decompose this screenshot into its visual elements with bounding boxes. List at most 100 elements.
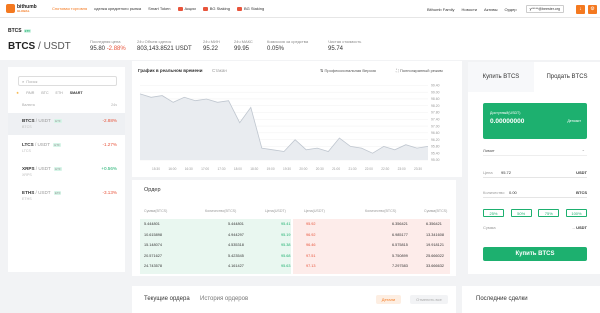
order-book-row[interactable]: 15.148074 4.535318 95.38 96.46 6.575815 19.91… [140, 241, 450, 250]
ob-cell-ask-price: 95.92 [306, 222, 316, 226]
x-tick-label: 23:30 [414, 167, 422, 171]
pair-small-title: BTCS ETF [8, 28, 32, 34]
ob-cell-ask-sum: 25.666022 [426, 253, 444, 258]
tab-eth[interactable]: ETH [56, 91, 63, 95]
nav-item-label: BG Staking [243, 6, 265, 11]
coin-name: LTCS / USDT ETF [22, 142, 61, 147]
order-book-row[interactable]: 5.444801 5.444801 95.41 95.92 6.356421 6.3564… [140, 220, 450, 229]
nav-item-label: сделка кредитного рынка [94, 6, 142, 11]
tab-pair[interactable]: PAIR [26, 91, 34, 95]
nav-stocks[interactable]: Акции [177, 6, 196, 11]
nav-orders[interactable]: Ордер [505, 7, 517, 12]
coin-sub: LTCS [22, 149, 31, 153]
tab-sell[interactable]: Продать BTCS [534, 62, 600, 92]
x-tick-label: 16:00 [168, 167, 176, 171]
pro-version-button[interactable]: ⇅ Профессиональная Версия [320, 68, 376, 73]
nav-item-label: Smart Token [148, 6, 171, 11]
tab-buy[interactable]: Купить BTCS [468, 62, 534, 92]
total-unit: USDT [576, 225, 587, 230]
y-tick-label: 97.80 [431, 111, 440, 115]
tab-smart[interactable]: SMART [70, 91, 83, 95]
logo[interactable]: bithumb GLOBAL [6, 4, 52, 13]
nav-bg-staking[interactable]: BG Staking [202, 6, 230, 11]
col-currency[interactable]: Валюта [22, 103, 35, 107]
fullscreen-button[interactable]: ⛶ Полноэкранный режим [396, 68, 443, 73]
order-book-panel: Ордер Сумма(BTCS) Количество(BTCS) Цена(… [132, 180, 456, 276]
nav-bg-staking-2[interactable]: BG Staking [236, 6, 265, 11]
order-book-row[interactable]: 20.571627 5.423545 95.68 97.51 5.750899 25.66… [140, 252, 450, 261]
total-label: Сумма [483, 225, 496, 230]
percent-25-button[interactable]: 25% [483, 209, 504, 217]
x-tick-label: 21:00 [332, 167, 340, 171]
tab-order-history[interactable]: История ордеров [200, 296, 248, 302]
stat-last-price: Последняя цена 95.80 -2.88% [90, 39, 126, 52]
balance-card: Доступный(USDT) 0.00000000 Депозит [483, 103, 587, 139]
x-tick-label: 20:00 [299, 167, 307, 171]
tool-label: Профессиональная Версия [324, 68, 376, 73]
y-tick-label: 95.80 [431, 145, 440, 149]
y-tick-label: 95.00 [431, 158, 440, 162]
download-icon[interactable]: ↓ [576, 4, 585, 14]
order-book-title: Ордер [144, 187, 161, 193]
coin-name: XRPS / USDT ETF [22, 166, 62, 171]
coin-row-xrps[interactable]: XRPS / USDT ETF XRPS +0.56% [8, 161, 125, 183]
quantity-label: Количество [483, 190, 505, 195]
cancel-all-button[interactable]: Отменить все [410, 295, 448, 304]
nav-item-label: Ордер [504, 6, 517, 12]
price-chart[interactable]: 99.40 99.00 98.60 98.20 97.80 97.40 97.00 96.60… [138, 78, 450, 174]
price-field[interactable]: Цена 95.72 USDT [483, 168, 587, 178]
buy-button[interactable]: Купить BTCS [483, 247, 587, 261]
nav-credit-market[interactable]: сделка кредитного рынка [94, 6, 141, 11]
coin-row-eths[interactable]: ETHS / USDT ETF ETHS -3.13% [8, 185, 125, 207]
tool-label: Полноэкранный режим [399, 68, 443, 73]
user-account-dropdown[interactable]: y*****@beester.org [525, 5, 564, 13]
quantity-field[interactable]: Количество 0.00 BTCS [483, 188, 587, 198]
ob-header: Количество(BTCS) [205, 209, 237, 213]
nav-item-label: Акции [184, 6, 196, 11]
coin-row-ltcs[interactable]: LTCS / USDT ETF LTCS -1.27% [8, 137, 125, 159]
balance-value: 0.00000000 [490, 118, 525, 125]
ob-cell-ask-price: 97.51 [306, 253, 316, 258]
search-input[interactable]: ⌕ Поиск [18, 76, 117, 86]
details-button[interactable]: Детали [376, 295, 401, 304]
ob-cell-ask-price: 96.92 [306, 232, 316, 237]
etf-badge: ETF [54, 166, 62, 171]
order-type-select[interactable]: Лимит ⌄ [483, 147, 587, 156]
col-24h[interactable]: 24ч [111, 103, 117, 107]
nav-bithumb-family[interactable]: Bithumb Family [427, 7, 455, 12]
percent-50-button[interactable]: 50% [510, 209, 532, 217]
order-book-row[interactable]: 24.743578 4.161427 95.63 97.13 7.297583 33.66… [140, 262, 450, 271]
x-tick-label: 20:30 [316, 167, 324, 171]
settings-icon[interactable]: ⚙ [588, 4, 597, 14]
x-tick-label: 21:30 [349, 167, 357, 171]
tab-btc[interactable]: BTC [41, 91, 48, 95]
recent-trades-title: Последние сделки [476, 296, 528, 302]
deposit-link[interactable]: Депозит [567, 119, 581, 123]
tab-depth[interactable]: Стакан [212, 68, 227, 73]
x-tick-label: 22:00 [365, 167, 373, 171]
y-tick-label: 98.60 [431, 97, 440, 101]
new-tag-icon [202, 6, 208, 11]
ob-cell-ask-sum: 6.356421 [426, 222, 442, 226]
order-book-row[interactable]: 10.615898 4.944297 95.19 96.92 6.985177 13.34… [140, 231, 450, 240]
tab-realtime-chart[interactable]: График в реальном времени [138, 68, 203, 73]
coin-sub: BTCS [22, 125, 32, 129]
x-tick-label: 18:00 [234, 167, 242, 171]
ob-header: Сумма(BTCS) [144, 209, 168, 213]
stat-funding-fee: Комиссия за средства 0.05% [267, 39, 309, 52]
percent-100-button[interactable]: 100% [565, 209, 587, 217]
nav-assets[interactable]: Активы [484, 7, 498, 12]
quantity-unit: BTCS [576, 190, 587, 195]
percent-75-button[interactable]: 75% [538, 209, 560, 217]
chevron-down-icon: ⌄ [581, 147, 585, 152]
ob-cell-ask-qty: 6.575815 [392, 243, 408, 247]
nav-news[interactable]: Новости [462, 7, 477, 12]
ob-cell-bid-qty: 4.535318 [228, 243, 244, 247]
tab-current-orders[interactable]: Текущие ордера [144, 296, 190, 302]
ob-cell-ask-qty: 6.985177 [392, 232, 408, 237]
nav-spot-trading[interactable]: Спотовая торговля [52, 6, 87, 11]
x-tick-label: 23:00 [398, 167, 406, 171]
nav-smart-token[interactable]: Smart Token [148, 6, 170, 11]
coin-row-btcs[interactable]: BTCS / USDT ETF BTCS -2.88% [8, 113, 125, 135]
tab-favorites[interactable]: ★ [16, 91, 19, 95]
